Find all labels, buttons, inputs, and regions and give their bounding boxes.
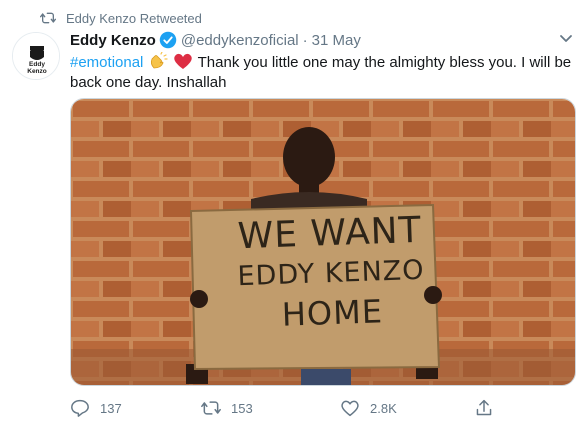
tweet-header: Eddy Kenzo @eddykenzoficial · 31 May xyxy=(70,30,361,50)
author-name[interactable]: Eddy Kenzo xyxy=(70,32,156,49)
tweet-actions: 137 153 2.8K xyxy=(70,396,500,420)
svg-text:Eddy: Eddy xyxy=(29,61,45,68)
red-heart-emoji-icon xyxy=(173,52,193,70)
retweet-count: 153 xyxy=(231,400,253,416)
tweet-body-text: Thank you little one may the almighty bl… xyxy=(70,54,572,91)
chevron-down-icon[interactable] xyxy=(559,34,573,44)
hashtag-link[interactable]: #emotional xyxy=(70,54,143,71)
retweeted-by-label[interactable]: Eddy Kenzo Retweeted xyxy=(66,11,202,26)
clapping-hands-emoji-icon xyxy=(148,52,168,70)
separator-dot: · xyxy=(302,31,308,49)
like-count: 2.8K xyxy=(370,400,397,416)
author-handle[interactable]: @eddykenzoficial xyxy=(181,32,299,49)
share-button[interactable] xyxy=(474,399,504,417)
sign-line-1: WE WANT xyxy=(236,209,423,258)
reply-icon xyxy=(70,399,90,417)
retweet-icon xyxy=(201,399,221,417)
tweet-photo[interactable]: WE WANT EDDY KENZO HOME xyxy=(70,98,576,386)
tweet-date[interactable]: 31 May xyxy=(312,32,361,49)
sign-line-2: EDDY KENZO xyxy=(237,254,425,293)
retweet-banner[interactable]: Eddy Kenzo Retweeted xyxy=(40,9,202,27)
share-icon xyxy=(474,399,494,417)
sign-text: WE WANT EDDY KENZO HOME xyxy=(204,210,458,337)
avatar[interactable]: Eddy Kenzo xyxy=(12,32,60,80)
verified-badge-icon xyxy=(159,31,177,49)
reply-count: 137 xyxy=(100,400,122,416)
retweet-button[interactable]: 153 xyxy=(201,399,253,417)
heart-icon xyxy=(340,399,360,417)
tweet-text: #emotional Thank you little one may the … xyxy=(70,52,575,93)
reply-button[interactable]: 137 xyxy=(70,399,122,417)
like-button[interactable]: 2.8K xyxy=(340,399,397,417)
svg-text:Kenzo: Kenzo xyxy=(27,68,47,75)
retweet-icon xyxy=(40,11,56,25)
